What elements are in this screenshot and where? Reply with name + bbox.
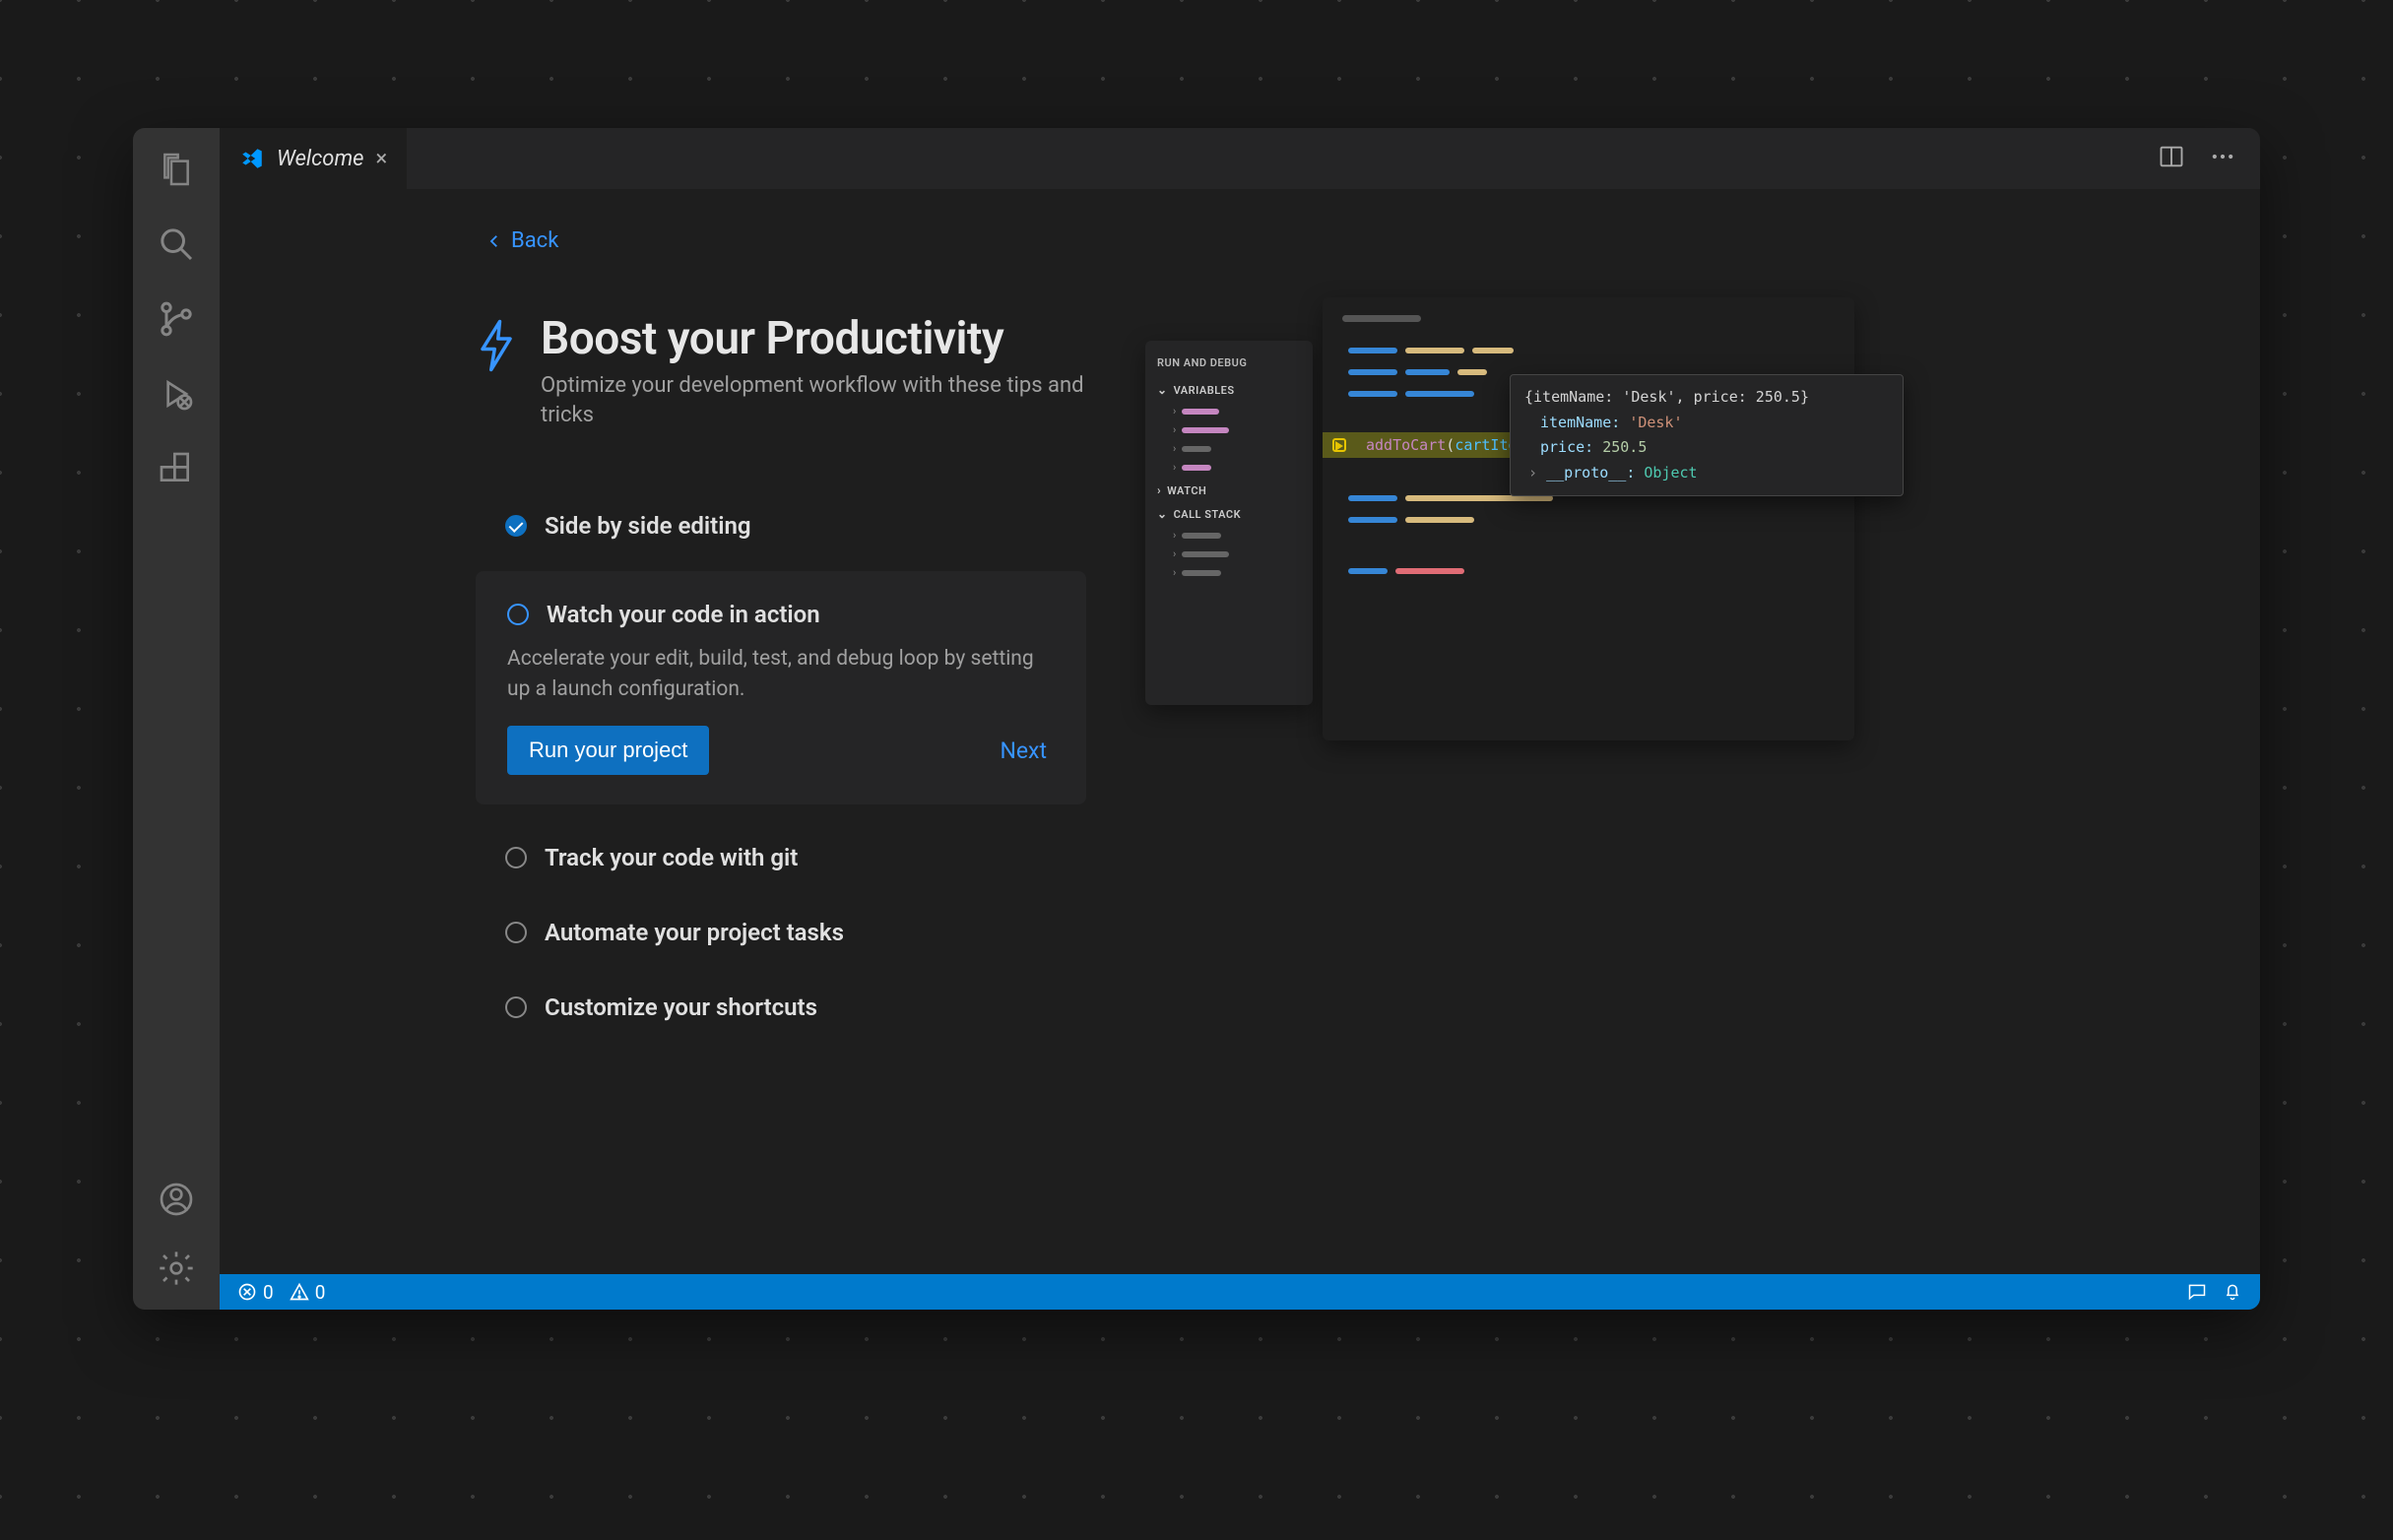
hover-tooltip: {itemName: 'Desk', price: 250.5} itemNam… bbox=[1510, 374, 1904, 496]
list-item: › bbox=[1157, 405, 1301, 417]
check-circle-icon bbox=[505, 515, 527, 537]
vscode-icon bbox=[239, 146, 265, 171]
circle-icon bbox=[505, 847, 527, 868]
step-automate[interactable]: Automate your project tasks bbox=[476, 895, 1086, 970]
run-project-button[interactable]: Run your project bbox=[507, 726, 709, 775]
warning-icon bbox=[290, 1282, 309, 1302]
variables-section: ⌄VARIABLES bbox=[1157, 383, 1301, 397]
page-title: Boost your Productivity bbox=[541, 312, 1086, 365]
callstack-section: ⌄CALL STACK bbox=[1157, 507, 1301, 521]
tab-welcome[interactable]: Welcome × bbox=[220, 128, 407, 189]
status-bar: 0 0 bbox=[220, 1274, 2260, 1310]
close-icon[interactable]: × bbox=[375, 147, 387, 171]
editor-tab-placeholder bbox=[1342, 315, 1421, 322]
tab-bar: Welcome × bbox=[220, 128, 2260, 189]
circle-icon bbox=[507, 604, 529, 625]
walkthrough-steps: Side by side editing Watch your code in … bbox=[279, 488, 1086, 1045]
status-errors[interactable]: 0 bbox=[237, 1281, 274, 1304]
list-item: › bbox=[1157, 423, 1301, 436]
list-item: › bbox=[1157, 442, 1301, 455]
files-icon[interactable] bbox=[155, 148, 198, 191]
list-item: › bbox=[1157, 566, 1301, 579]
step-description: Accelerate your edit, build, test, and d… bbox=[507, 644, 1055, 704]
tooltip-summary: {itemName: 'Desk', price: 250.5} bbox=[1524, 385, 1889, 411]
lightning-icon bbox=[476, 318, 517, 373]
list-item: › bbox=[1157, 547, 1301, 560]
debug-sidebar: RUN AND DEBUG ⌄VARIABLES › › › › ›WATCH … bbox=[1145, 341, 1313, 705]
split-editor-icon[interactable] bbox=[2158, 143, 2185, 174]
next-link[interactable]: Next bbox=[1000, 738, 1055, 764]
more-actions-icon[interactable] bbox=[2209, 143, 2236, 174]
settings-gear-icon[interactable] bbox=[155, 1247, 198, 1290]
activity-bar bbox=[133, 128, 220, 1310]
step-side-by-side[interactable]: Side by side editing bbox=[476, 488, 1086, 563]
status-bell-icon[interactable] bbox=[2223, 1282, 2242, 1302]
welcome-content: Back Boost your Productivity Optimize yo… bbox=[220, 189, 2260, 1274]
status-warnings[interactable]: 0 bbox=[290, 1281, 326, 1304]
breakpoint-icon bbox=[1332, 438, 1346, 452]
step-shortcuts[interactable]: Customize your shortcuts bbox=[476, 970, 1086, 1045]
account-icon[interactable] bbox=[155, 1178, 198, 1221]
list-item: › bbox=[1157, 461, 1301, 474]
preview-illustration: RUN AND DEBUG ⌄VARIABLES › › › › ›WATCH … bbox=[1145, 228, 2201, 1274]
step-git[interactable]: Track your code with git bbox=[476, 820, 1086, 895]
vscode-window: Welcome × Back bbox=[133, 128, 2260, 1310]
search-icon[interactable] bbox=[155, 223, 198, 266]
run-debug-icon[interactable] bbox=[155, 372, 198, 416]
source-control-icon[interactable] bbox=[155, 297, 198, 341]
main-column: Welcome × Back bbox=[220, 128, 2260, 1310]
chevron-left-icon bbox=[485, 232, 503, 250]
debug-header: RUN AND DEBUG bbox=[1157, 356, 1301, 369]
step-watch-code[interactable]: Watch your code in action bbox=[507, 601, 1055, 644]
watch-section: ›WATCH bbox=[1157, 483, 1301, 497]
editor-preview: addToCart(cartItem); bbox=[1323, 297, 1854, 740]
tab-title: Welcome bbox=[277, 147, 363, 171]
extensions-icon[interactable] bbox=[155, 447, 198, 490]
list-item: › bbox=[1157, 529, 1301, 542]
page-subtitle: Optimize your development workflow with … bbox=[541, 371, 1086, 429]
back-link[interactable]: Back bbox=[279, 228, 1086, 253]
circle-icon bbox=[505, 996, 527, 1018]
circle-icon bbox=[505, 922, 527, 943]
error-icon bbox=[237, 1282, 257, 1302]
status-feedback-icon[interactable] bbox=[2187, 1282, 2207, 1302]
step-watch-code-card: Watch your code in action Accelerate you… bbox=[476, 571, 1086, 804]
